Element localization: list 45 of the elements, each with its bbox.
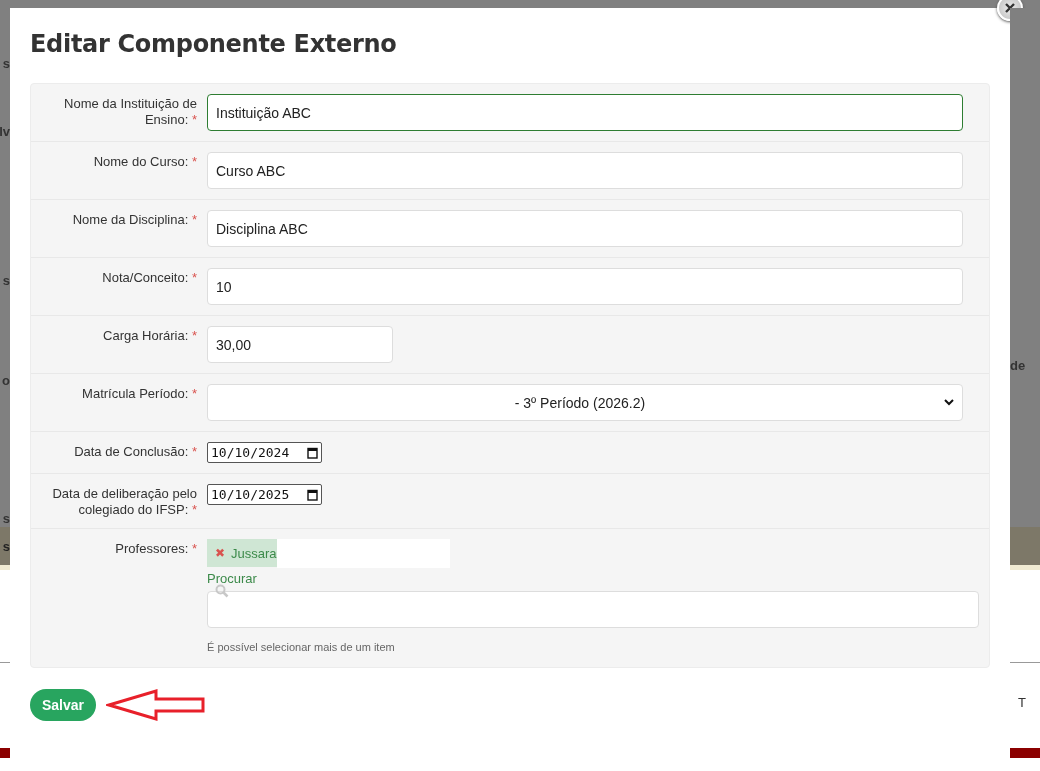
field-label: Nome da Disciplina: * — [72, 212, 197, 227]
background-text: s — [2, 511, 10, 527]
date-field[interactable]: 10/10/2025 — [207, 484, 322, 505]
background-text: T — [1018, 695, 1026, 710]
dialog-title: Editar Componente Externo — [29, 29, 398, 60]
required-mark: * — [191, 386, 197, 401]
required-mark: * — [191, 541, 197, 556]
search-field[interactable] — [207, 591, 979, 628]
field-label: Carga Horária: * — [103, 328, 197, 343]
required-mark: * — [191, 212, 197, 227]
text-field[interactable]: Disciplina ABC — [207, 210, 963, 247]
search-icon — [215, 584, 229, 598]
footer-bar — [0, 748, 10, 758]
required-mark: * — [191, 328, 197, 343]
footer-bar — [1010, 748, 1040, 758]
text-field[interactable]: Instituição ABC — [207, 94, 963, 131]
selected-tag: ✖ Jussara — [207, 539, 277, 567]
field-label: Data de deliberação pelo colegiado do IFSP: * — [52, 486, 197, 517]
field-label: Matrícula Período: * — [82, 386, 197, 401]
text-field[interactable]: Curso ABC — [207, 152, 963, 189]
required-mark: * — [191, 444, 197, 459]
required-mark: * — [191, 270, 197, 285]
field-label: Nota/Conceito: * — [102, 270, 197, 285]
period-dropdown[interactable]: - 3º Período (2026.2) — [207, 384, 963, 421]
field-label: Nome do Curso: * — [93, 154, 197, 169]
background-text: o — [2, 373, 10, 389]
calendar-icon — [307, 446, 318, 459]
required-mark: * — [191, 502, 197, 517]
field-label: Data de Conclusão: * — [74, 444, 197, 459]
background-text: lv — [0, 124, 10, 140]
chevron-down-icon — [944, 399, 954, 406]
field-label: Nome da Instituição de Ensino: * — [64, 96, 197, 127]
background-text: s — [2, 538, 10, 554]
required-mark: * — [191, 154, 197, 169]
background-text: s — [2, 56, 10, 72]
search-label: Procurar — [207, 571, 257, 587]
hint-text: É possível selecionar mais de um item — [207, 641, 395, 653]
background-text: de — [1010, 358, 1026, 374]
text-field[interactable]: 30,00 — [207, 326, 393, 363]
calendar-icon — [307, 488, 318, 501]
text-field[interactable]: 10 — [207, 268, 963, 305]
date-field[interactable]: 10/10/2024 — [207, 442, 322, 463]
field-label: Professores: * — [115, 541, 197, 556]
background-text: s — [2, 273, 10, 289]
required-mark: * — [191, 112, 197, 127]
